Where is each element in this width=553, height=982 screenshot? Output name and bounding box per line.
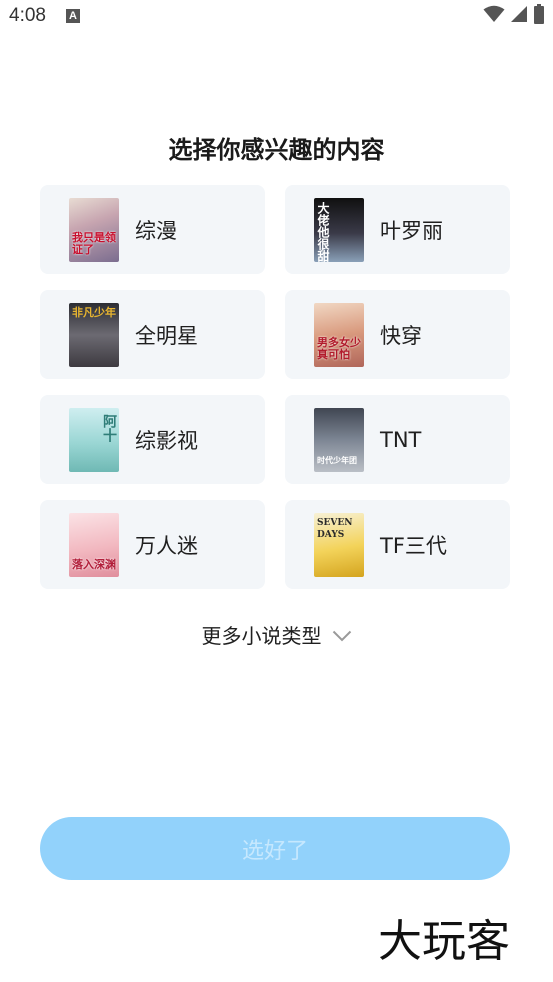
category-label: 叶罗丽 bbox=[380, 218, 443, 243]
category-grid: 我只是领证了 综漫 大佬他很甜 叶罗丽 非凡少年 全明星 男多女少真可怕 快穿 … bbox=[40, 185, 510, 589]
book-cover-image: 男多女少真可怕 bbox=[314, 302, 364, 367]
category-label: TNT bbox=[380, 427, 422, 452]
category-card-tnt[interactable]: 时代少年团 TNT bbox=[285, 395, 510, 484]
notification-a-icon: A bbox=[65, 9, 80, 23]
category-card-kuaichuan[interactable]: 男多女少真可怕 快穿 bbox=[285, 290, 510, 379]
book-cover-image: SEVEN DAYS bbox=[314, 512, 364, 577]
confirm-selection-button[interactable]: 选好了 bbox=[40, 817, 510, 880]
book-cover-image: 阿十 bbox=[69, 407, 119, 472]
cover-title: 男多女少真可怕 bbox=[317, 335, 361, 361]
category-card-zongman[interactable]: 我只是领证了 综漫 bbox=[40, 185, 265, 274]
signal-icon bbox=[510, 5, 528, 27]
category-card-wanrenmi[interactable]: 落入深渊 万人迷 bbox=[40, 500, 265, 589]
category-label: 万人迷 bbox=[135, 533, 198, 558]
category-label: TF三代 bbox=[380, 533, 447, 558]
page-title: 选择你感兴趣的内容 bbox=[168, 136, 385, 164]
status-time: 4:08 bbox=[9, 5, 46, 26]
more-types-toggle[interactable]: 更多小说类型 bbox=[0, 620, 553, 649]
category-label: 全明星 bbox=[135, 323, 198, 348]
watermark-logo: 大玩客 bbox=[378, 916, 510, 967]
battery-icon bbox=[533, 4, 545, 28]
cover-title: 非凡少年 bbox=[72, 305, 116, 319]
chevron-down-icon bbox=[332, 623, 352, 647]
cover-title: 我只是领证了 bbox=[72, 230, 116, 256]
category-card-yeluoli[interactable]: 大佬他很甜 叶罗丽 bbox=[285, 185, 510, 274]
category-card-quanmingxing[interactable]: 非凡少年 全明星 bbox=[40, 290, 265, 379]
wifi-icon bbox=[483, 5, 505, 27]
category-label: 综漫 bbox=[135, 218, 177, 243]
book-cover-image: 落入深渊 bbox=[69, 512, 119, 577]
category-card-zongyingshi[interactable]: 阿十 综影视 bbox=[40, 395, 265, 484]
category-label: 快穿 bbox=[380, 323, 422, 348]
cover-title: 大佬他很甜 bbox=[316, 201, 330, 262]
cover-title: 落入深渊 bbox=[72, 557, 116, 571]
book-cover-image: 时代少年团 bbox=[314, 407, 364, 472]
cover-title: 时代少年团 bbox=[317, 454, 357, 465]
interest-selection-screen: 4:08 A 选择你感兴趣的内容 我只是领证了 综漫 大佬他很甜 叶罗丽 非凡少… bbox=[0, 0, 553, 982]
status-bar: 4:08 A bbox=[0, 0, 553, 32]
category-label: 综影视 bbox=[135, 428, 198, 453]
book-cover-image: 非凡少年 bbox=[69, 302, 119, 367]
more-types-label: 更多小说类型 bbox=[201, 624, 322, 648]
book-cover-image: 大佬他很甜 bbox=[314, 197, 364, 262]
cover-title: SEVEN DAYS bbox=[317, 517, 353, 540]
book-cover-image: 我只是领证了 bbox=[69, 197, 119, 262]
category-card-tf-sandai[interactable]: SEVEN DAYS TF三代 bbox=[285, 500, 510, 589]
cover-title: 阿十 bbox=[101, 413, 117, 442]
